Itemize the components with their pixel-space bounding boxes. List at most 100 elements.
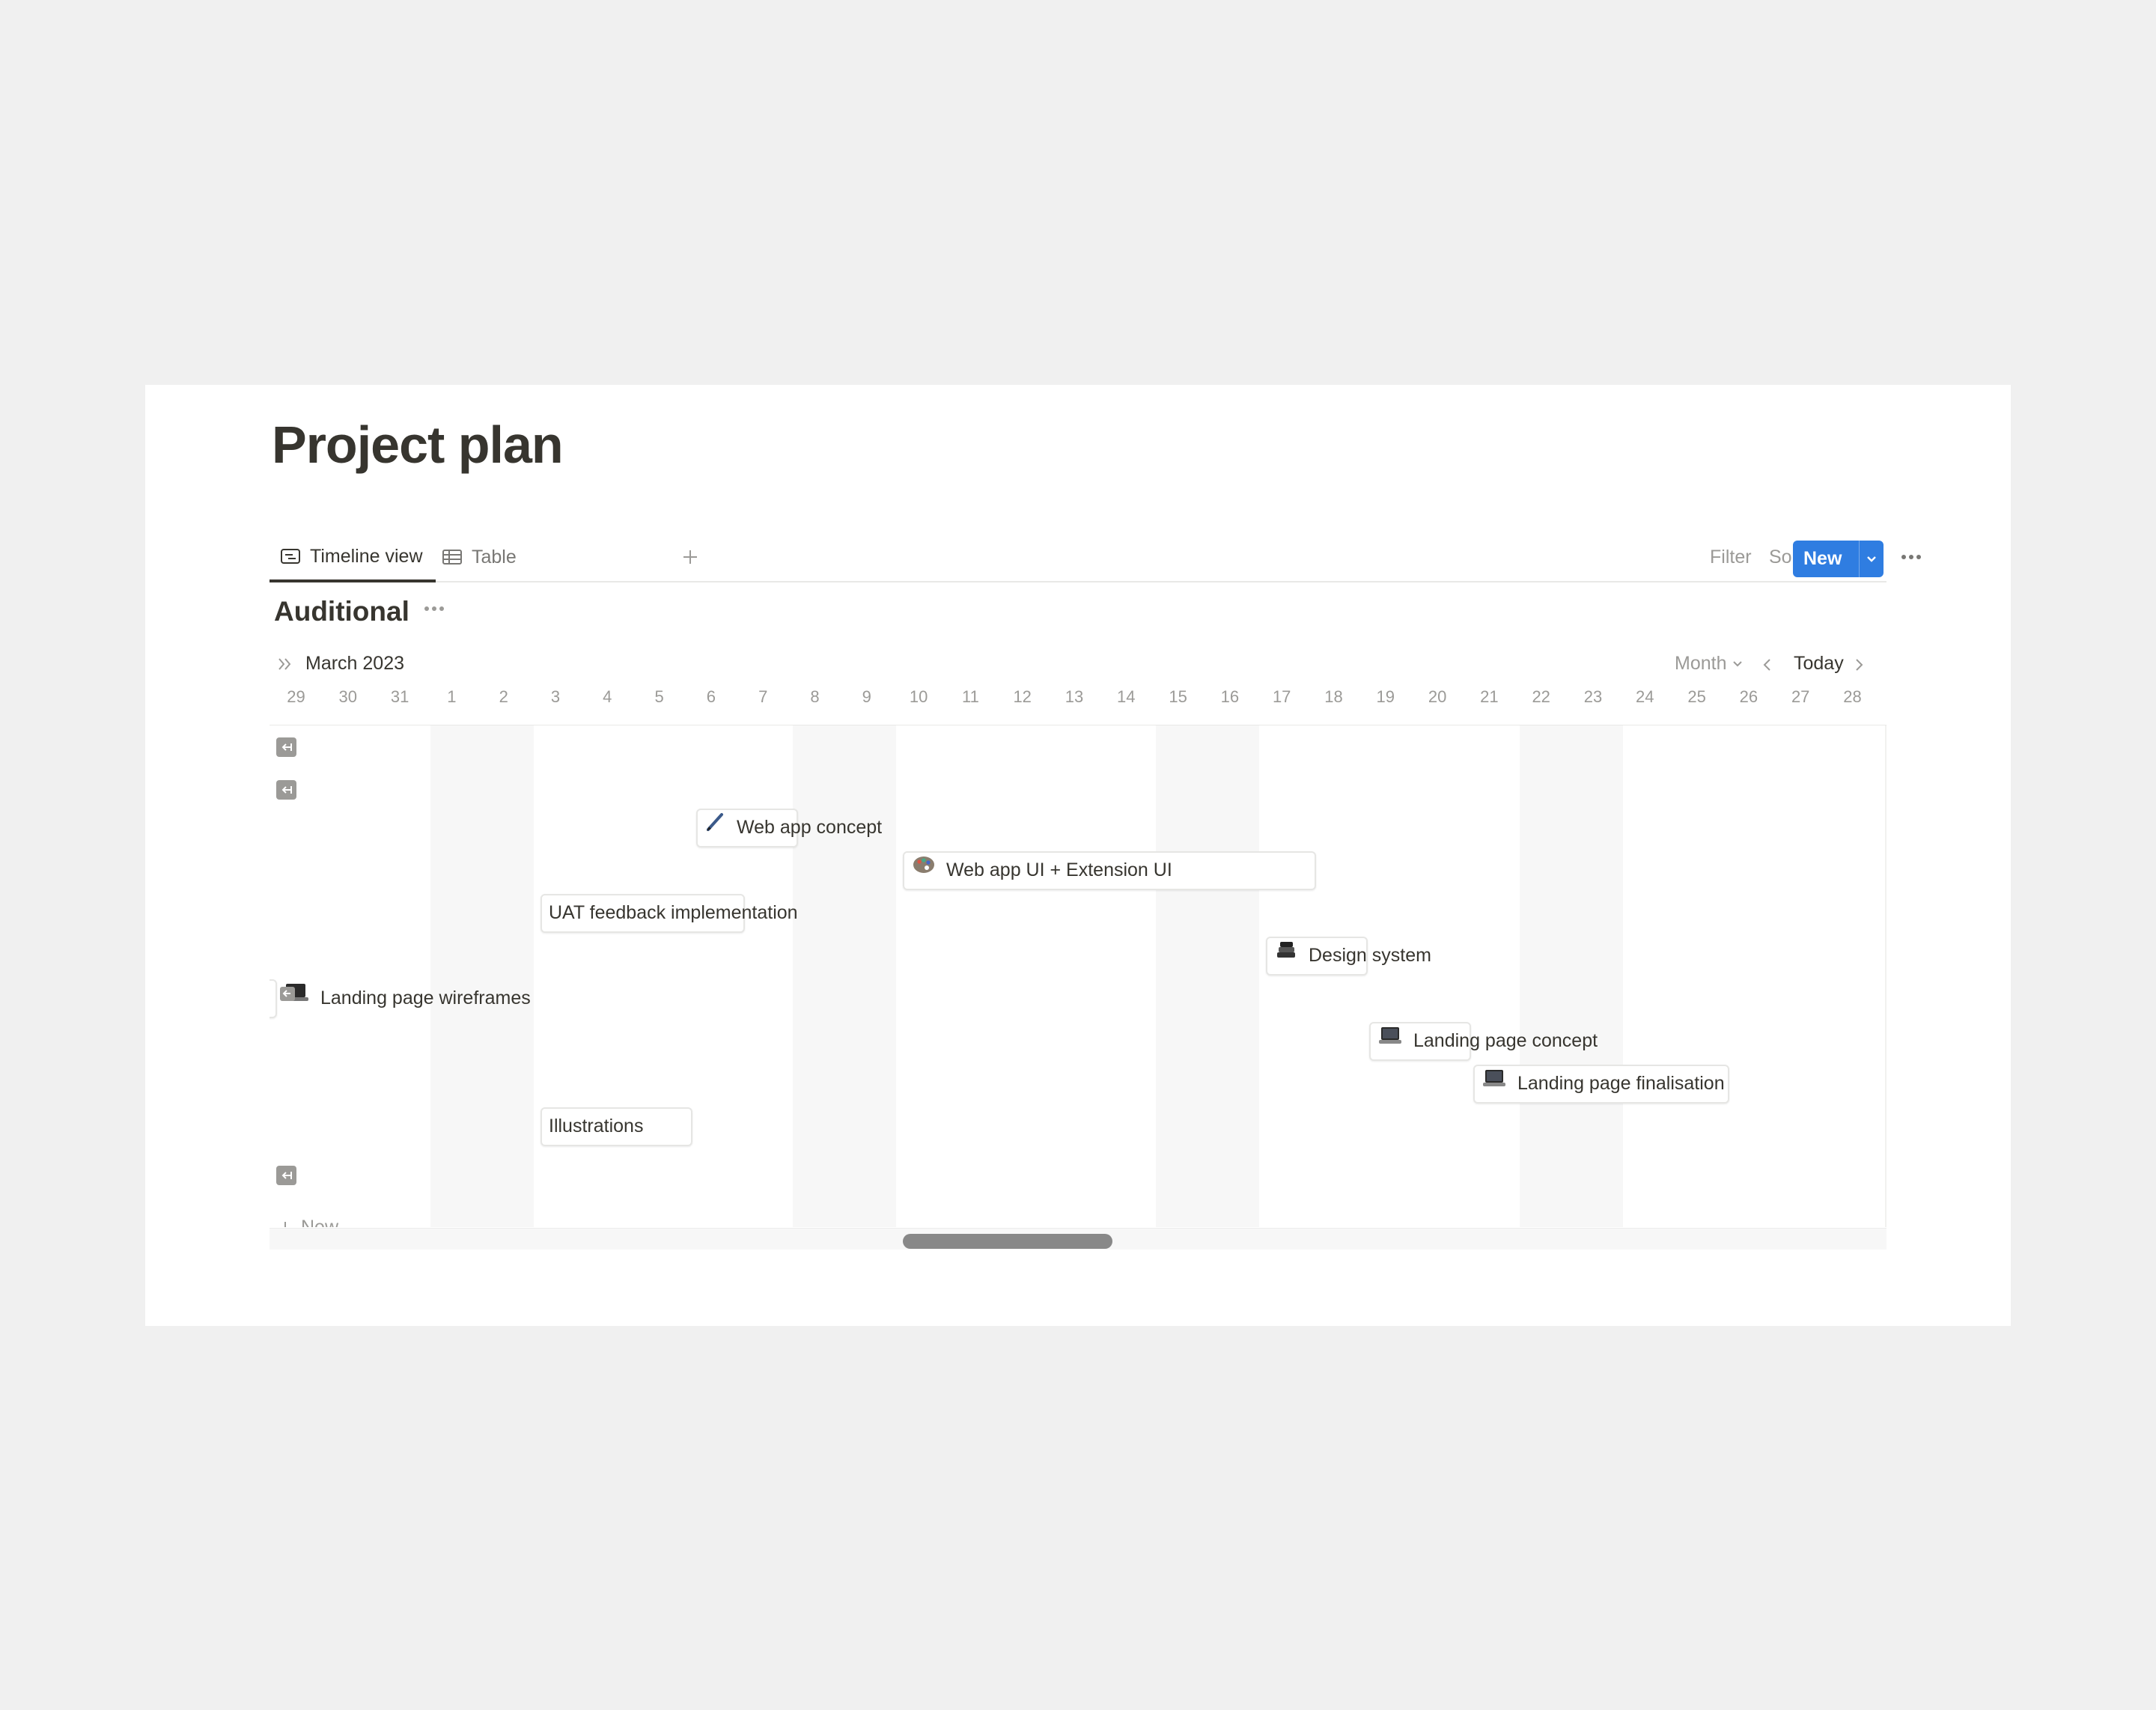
scroll-to-item-button[interactable] [276, 737, 296, 757]
day-label: 28 [1843, 687, 1862, 706]
add-new-item-button[interactable]: New [277, 1217, 338, 1227]
horizontal-scrollbar[interactable] [270, 1228, 1886, 1250]
pen-icon [704, 808, 726, 847]
group-more-icon[interactable] [424, 602, 445, 615]
timeline-item-label: Landing page finalisation [1517, 1073, 1725, 1094]
weekend-column [430, 725, 534, 1227]
chevron-down-icon[interactable] [1862, 548, 1881, 573]
timeline-icon [280, 547, 310, 565]
day-label: 14 [1117, 687, 1136, 706]
timeline-item[interactable]: Illustrations [549, 1107, 643, 1145]
day-label: 20 [1428, 687, 1447, 706]
day-label: 17 [1272, 687, 1291, 706]
day-label: 4 [603, 687, 612, 706]
chevron-right-icon[interactable] [1851, 656, 1866, 678]
day-label: 16 [1220, 687, 1240, 706]
tab-label: Table [472, 546, 517, 568]
timeline-item[interactable]: Landing page concept [1377, 1021, 1598, 1060]
day-label: 3 [550, 687, 561, 706]
day-label: 6 [706, 687, 716, 706]
plus-icon [681, 548, 699, 566]
scrollbar-thumb[interactable] [903, 1234, 1112, 1249]
more-icon [1901, 554, 1922, 560]
new-button-divider [1859, 541, 1860, 577]
timeline-item[interactable]: Landing page finalisation [1482, 1064, 1725, 1103]
chevron-down-icon [1731, 657, 1744, 671]
timeline-item[interactable]: Web app concept [704, 808, 882, 847]
filter-button[interactable]: Filter [1710, 533, 1752, 581]
day-label: 24 [1636, 687, 1654, 706]
timeline-item-label: UAT feedback implementation [549, 902, 798, 923]
palette-icon [912, 851, 936, 889]
day-label: 2 [499, 687, 508, 706]
tab-label: Timeline view [310, 545, 423, 567]
page-canvas: Project plan Timeline view Table Filter … [145, 385, 2011, 1326]
scroll-to-item-button[interactable] [276, 1166, 296, 1185]
view-tabs-bar: Timeline view Table Filter Sort New [270, 533, 1921, 582]
tab-table[interactable]: Table [442, 533, 517, 581]
timeline-item[interactable]: Landing page wireframes [280, 979, 531, 1017]
day-label: 10 [909, 687, 928, 706]
day-label: 27 [1791, 687, 1810, 706]
timeline-item[interactable]: UAT feedback implementation [549, 893, 798, 932]
arrow-left-icon [281, 1170, 293, 1181]
timeline-item[interactable]: Design system [1274, 936, 1431, 975]
new-button[interactable]: New [1793, 541, 1884, 577]
timeline-right-edge [1885, 725, 1886, 1227]
scale-label: Month [1675, 653, 1727, 674]
plus-icon [277, 1220, 293, 1227]
new-row-label: New [301, 1217, 339, 1227]
double-chevron-right-icon[interactable] [275, 654, 295, 678]
day-label: 22 [1532, 687, 1550, 706]
tab-timeline-view[interactable]: Timeline view [270, 533, 436, 582]
day-label: 5 [654, 687, 664, 706]
laptop-icon [1482, 1064, 1507, 1103]
more-options-button[interactable] [1901, 533, 1922, 581]
day-label: 18 [1324, 687, 1343, 706]
day-label: 9 [862, 687, 871, 706]
weekend-column [793, 725, 896, 1227]
day-label: 19 [1376, 687, 1395, 706]
timeline-item-label: Design system [1309, 945, 1431, 966]
day-label: 15 [1169, 687, 1187, 706]
weekend-column [1156, 725, 1259, 1227]
scroll-to-item-button[interactable] [276, 780, 296, 800]
timeline-item-label: Illustrations [549, 1116, 644, 1137]
timeline-item[interactable]: Web app UI + Extension UI [912, 851, 1172, 889]
weekend-column [1520, 725, 1623, 1227]
day-label: 8 [810, 687, 820, 706]
timeline-item-bar[interactable] [270, 979, 277, 1018]
page-title: Project plan [272, 416, 564, 474]
timeline-item-label: Web app UI + Extension UI [946, 859, 1172, 880]
day-label: 25 [1687, 687, 1706, 706]
arrow-left-icon [281, 785, 293, 795]
day-label: 21 [1480, 687, 1499, 706]
group-title: Auditional [274, 596, 409, 627]
laptop-icon [280, 979, 310, 1017]
day-label: 12 [1013, 687, 1032, 706]
day-label: 30 [338, 687, 358, 706]
day-label: 7 [758, 687, 768, 706]
day-label: 11 [961, 687, 979, 706]
today-button[interactable]: Today [1794, 653, 1844, 675]
day-header-row: 29 30 31 1 2 3 4 5 6 7 8 9 10 11 12 13 14 15 16 17 18 19 20 21 2… [270, 687, 1886, 714]
timeline-item-label: Landing page wireframes [320, 988, 531, 1008]
chevron-left-icon[interactable] [1760, 656, 1775, 678]
scale-dropdown[interactable]: Month [1675, 653, 1744, 675]
timeline-body: Web app concept Web app UI + Extension U… [270, 725, 1886, 1227]
arrow-left-icon [281, 742, 293, 752]
day-label: 13 [1065, 687, 1084, 706]
day-label: 31 [390, 687, 409, 706]
timeline-item-label: Web app concept [737, 817, 883, 838]
timeline-item-label: Landing page concept [1413, 1030, 1598, 1051]
table-icon [442, 548, 472, 566]
month-label: March 2023 [305, 653, 405, 674]
new-button-label: New [1803, 548, 1842, 569]
timeline-header: March 2023 Month Today [270, 651, 1886, 681]
day-label: 23 [1583, 687, 1603, 706]
books-icon [1274, 936, 1298, 975]
day-label: 1 [447, 687, 457, 706]
add-view-button[interactable] [681, 533, 699, 581]
day-label: 26 [1739, 687, 1758, 706]
laptop-icon [1377, 1021, 1403, 1060]
